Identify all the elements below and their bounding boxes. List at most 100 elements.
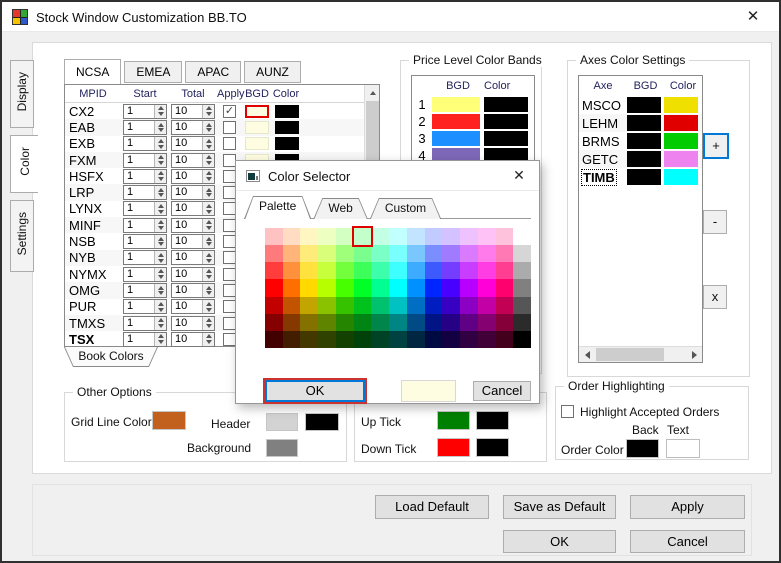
palette-cell[interactable] (389, 262, 407, 279)
palette-cell[interactable] (389, 314, 407, 331)
axe-color-swatch[interactable] (664, 151, 698, 167)
axe-bgd-swatch[interactable] (627, 169, 661, 185)
spin-down-icon[interactable] (206, 177, 212, 181)
palette-cell[interactable] (425, 262, 443, 279)
spin-down-icon[interactable] (158, 177, 164, 181)
palette-cell[interactable] (460, 262, 478, 279)
palette-cell[interactable] (442, 262, 460, 279)
spin-down-icon[interactable] (206, 275, 212, 279)
palette-cell[interactable] (460, 314, 478, 331)
band-bgd-swatch[interactable] (432, 97, 480, 112)
spin-down-icon[interactable] (158, 145, 164, 149)
total-spinner[interactable]: 10 (171, 267, 215, 282)
palette-cell[interactable] (283, 245, 301, 262)
palette-cell[interactable] (354, 262, 372, 279)
total-spinner[interactable]: 10 (171, 332, 215, 347)
palette-cell[interactable] (478, 331, 496, 348)
palette-cell[interactable] (283, 331, 301, 348)
horizontal-scrollbar[interactable] (579, 346, 702, 362)
spin-up-icon[interactable] (158, 171, 164, 175)
palette-cell[interactable] (371, 262, 389, 279)
spin-up-icon[interactable] (206, 302, 212, 306)
axe-bgd-swatch[interactable] (627, 133, 661, 149)
palette-cell[interactable] (318, 262, 336, 279)
axe-color-swatch[interactable] (664, 169, 698, 185)
band-color-swatch[interactable] (484, 97, 528, 112)
tab-ncsa[interactable]: NCSA (64, 59, 121, 84)
spin-down-icon[interactable] (206, 324, 212, 328)
axe-color-swatch[interactable] (664, 115, 698, 131)
grid-line-color-swatch[interactable] (152, 411, 186, 430)
palette-cell[interactable] (513, 279, 531, 296)
start-spinner[interactable]: 1 (123, 153, 167, 168)
palette-cell[interactable] (407, 331, 425, 348)
spin-up-icon[interactable] (158, 220, 164, 224)
scroll-up-button[interactable] (365, 85, 380, 100)
palette-cell[interactable] (283, 262, 301, 279)
palette-cell[interactable] (354, 297, 372, 314)
selector-tab-web[interactable]: Web (313, 198, 367, 219)
palette-cell[interactable] (318, 279, 336, 296)
spin-up-icon[interactable] (158, 188, 164, 192)
tab-book-colors[interactable]: Book Colors (64, 347, 158, 367)
palette-cell[interactable] (496, 297, 514, 314)
bgd-swatch[interactable] (245, 105, 269, 118)
palette-cell[interactable] (442, 331, 460, 348)
ok-button[interactable]: OK (265, 380, 365, 402)
palette-cell[interactable] (478, 262, 496, 279)
load-default-button[interactable]: Load Default (375, 495, 489, 519)
order-back-swatch[interactable] (626, 439, 659, 458)
band-bgd-swatch[interactable] (432, 131, 480, 146)
scrollbar-thumb[interactable] (596, 348, 664, 361)
palette-cell[interactable] (513, 262, 531, 279)
start-spinner[interactable]: 1 (123, 201, 167, 216)
apply-button[interactable]: Apply (630, 495, 745, 519)
axe-bgd-swatch[interactable] (627, 151, 661, 167)
palette-cell[interactable] (425, 228, 443, 245)
spin-down-icon[interactable] (158, 275, 164, 279)
total-spinner[interactable]: 10 (171, 136, 215, 151)
down-tick-text-swatch[interactable] (476, 438, 509, 457)
header-text-swatch[interactable] (305, 413, 339, 431)
palette-cell[interactable] (371, 297, 389, 314)
ok-button[interactable]: OK (503, 530, 616, 553)
spin-up-icon[interactable] (206, 123, 212, 127)
band-bgd-swatch[interactable] (432, 114, 480, 129)
palette-cell[interactable] (283, 314, 301, 331)
bgd-swatch[interactable] (245, 137, 269, 150)
spin-up-icon[interactable] (158, 286, 164, 290)
total-spinner[interactable]: 10 (171, 201, 215, 216)
color-swatch[interactable] (275, 121, 299, 134)
palette-cell[interactable] (496, 314, 514, 331)
palette-cell[interactable] (371, 279, 389, 296)
spin-down-icon[interactable] (206, 308, 212, 312)
start-spinner[interactable]: 1 (123, 169, 167, 184)
spin-up-icon[interactable] (158, 302, 164, 306)
start-spinner[interactable]: 1 (123, 136, 167, 151)
palette-cell[interactable] (300, 331, 318, 348)
spin-up-icon[interactable] (158, 237, 164, 241)
palette-cell[interactable] (389, 228, 407, 245)
spin-up-icon[interactable] (158, 155, 164, 159)
save-as-default-button[interactable]: Save as Default (503, 495, 616, 519)
palette-cell[interactable] (513, 314, 531, 331)
start-spinner[interactable]: 1 (123, 250, 167, 265)
order-text-swatch[interactable] (666, 439, 700, 458)
palette-cell[interactable] (425, 314, 443, 331)
spin-up-icon[interactable] (206, 204, 212, 208)
palette-cell[interactable] (407, 245, 425, 262)
spin-up-icon[interactable] (206, 171, 212, 175)
background-swatch[interactable] (266, 439, 298, 457)
spin-up-icon[interactable] (158, 269, 164, 273)
palette-cell[interactable] (407, 279, 425, 296)
palette-cell[interactable] (336, 314, 354, 331)
spin-up-icon[interactable] (206, 139, 212, 143)
palette-cell[interactable] (442, 245, 460, 262)
palette-cell[interactable] (513, 245, 531, 262)
add-axe-button[interactable]: + (703, 133, 729, 159)
spin-up-icon[interactable] (206, 318, 212, 322)
palette-cell[interactable] (336, 245, 354, 262)
palette-cell[interactable] (478, 279, 496, 296)
header-back-swatch[interactable] (266, 413, 298, 431)
palette-cell[interactable] (265, 279, 283, 296)
